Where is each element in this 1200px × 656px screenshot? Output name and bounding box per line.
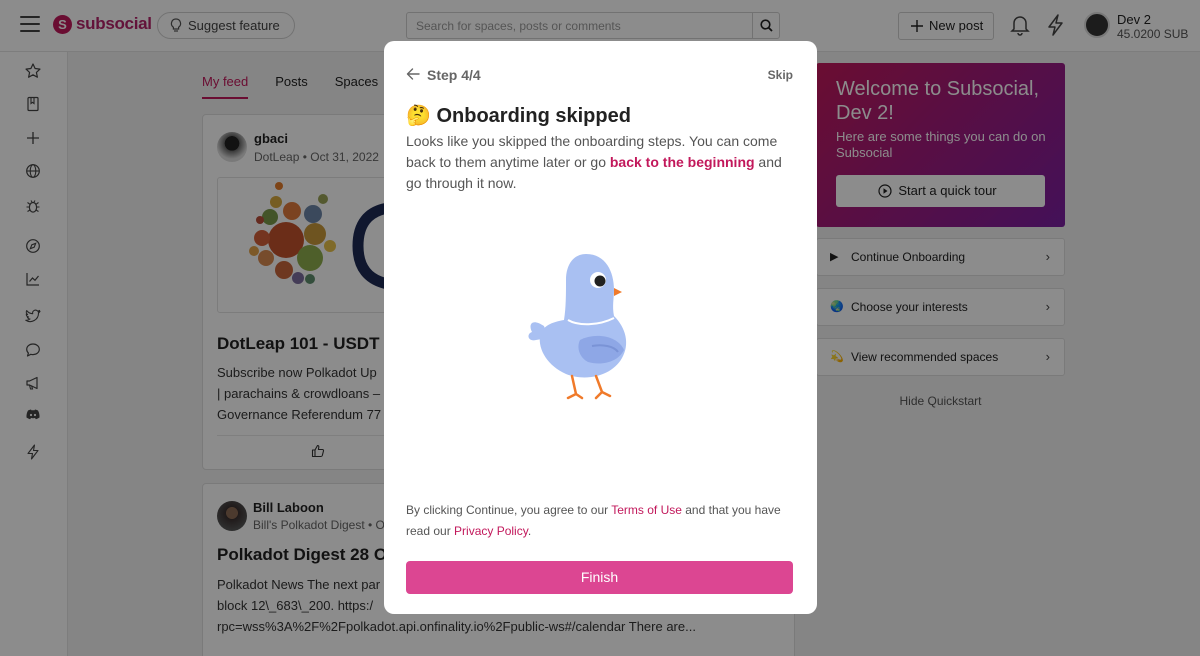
finish-button[interactable]: Finish: [406, 561, 793, 594]
legal-text-part: .: [527, 524, 532, 538]
legal-text-part: By clicking Continue, you agree to our: [406, 503, 612, 517]
arrow-left-icon[interactable]: [406, 67, 420, 81]
modal-title: 🤔 Onboarding skipped: [406, 105, 631, 127]
privacy-policy-link[interactable]: Privacy Policy: [454, 524, 528, 538]
modal-description: Looks like you skipped the onboarding st…: [406, 131, 796, 194]
terms-of-use-link[interactable]: Terms of Use: [611, 503, 682, 517]
onboarding-modal: Step 4/4 Skip 🤔 Onboarding skipped Looks…: [384, 41, 817, 614]
legal-text: By clicking Continue, you agree to our T…: [406, 500, 798, 542]
step-indicator: Step 4/4: [427, 67, 481, 83]
skip-button[interactable]: Skip: [768, 68, 793, 82]
pigeon-illustration: [528, 254, 627, 400]
back-to-beginning-link[interactable]: back to the beginning: [610, 154, 755, 170]
